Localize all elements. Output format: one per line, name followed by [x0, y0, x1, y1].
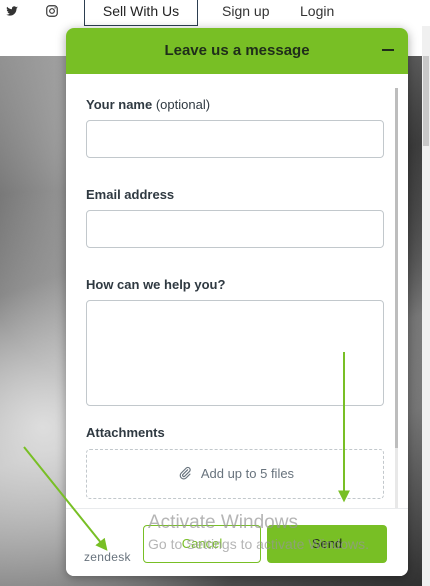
- widget-title: Leave us a message: [164, 42, 310, 59]
- attachments-hint-text: Add up to 5 files: [200, 466, 295, 481]
- twitter-icon[interactable]: [5, 4, 19, 18]
- minimize-button[interactable]: [378, 42, 398, 60]
- widget-scrollbar[interactable]: [395, 88, 398, 508]
- sign-up-link[interactable]: Sign up: [214, 0, 277, 26]
- minimize-icon: [382, 49, 394, 51]
- page-scrollbar-thumb[interactable]: [423, 56, 429, 146]
- attachments-dropzone[interactable]: Add up to 5 files: [86, 449, 384, 499]
- name-label-text: Your name: [86, 97, 153, 112]
- login-label: Login: [300, 3, 335, 19]
- paperclip-icon: [178, 466, 192, 483]
- widget-scrollbar-thumb[interactable]: [395, 88, 398, 448]
- login-link[interactable]: Login: [292, 0, 342, 26]
- activate-windows-watermark: Activate Windows Go to Settings to activ…: [148, 512, 369, 552]
- watermark-subtitle: Go to Settings to activate Windows.: [148, 536, 369, 552]
- contact-widget: Leave us a message Your name (optional) …: [66, 28, 408, 576]
- help-field-label: How can we help you?: [86, 277, 226, 292]
- attachments-hint-row: Add up to 5 files: [87, 466, 385, 483]
- message-textarea[interactable]: [86, 300, 384, 406]
- name-optional-text: (optional): [155, 97, 211, 112]
- email-field-label: Email address: [86, 187, 175, 202]
- widget-header: Leave us a message: [66, 28, 408, 74]
- email-input[interactable]: [86, 210, 384, 248]
- name-field-label: Your name (optional): [86, 97, 210, 112]
- name-input[interactable]: [86, 120, 384, 158]
- sell-with-us-label: Sell With Us: [102, 3, 180, 19]
- attachments-label: Attachments: [86, 425, 165, 440]
- sell-with-us-button[interactable]: Sell With Us: [84, 0, 198, 26]
- page-scrollbar[interactable]: [422, 26, 430, 586]
- sign-up-label: Sign up: [222, 3, 270, 19]
- instagram-icon[interactable]: [45, 4, 59, 18]
- zendesk-logo: zendesk: [84, 550, 131, 564]
- watermark-title: Activate Windows: [148, 512, 298, 533]
- top-navigation: Sell With Us Sign up Login: [0, 0, 430, 26]
